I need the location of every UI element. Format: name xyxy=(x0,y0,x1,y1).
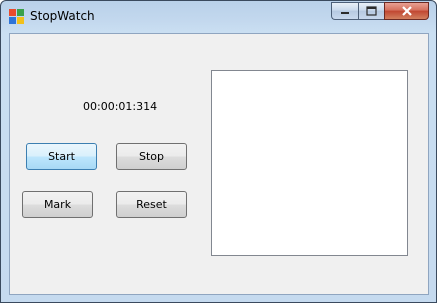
reset-button[interactable]: Reset xyxy=(116,191,187,218)
caption-buttons xyxy=(331,2,429,22)
close-icon xyxy=(401,6,412,16)
title-bar[interactable]: StopWatch xyxy=(1,1,436,33)
elapsed-time-label: 00:00:01:314 xyxy=(83,100,158,113)
app-icon xyxy=(9,9,25,25)
minimize-icon xyxy=(341,12,349,14)
client-area: 00:00:01:314 Start Stop Mark Reset xyxy=(9,33,429,295)
marks-listbox[interactable] xyxy=(211,70,408,256)
maximize-icon xyxy=(366,6,377,16)
close-button[interactable] xyxy=(384,2,429,20)
window-title: StopWatch xyxy=(30,9,95,23)
maximize-button[interactable] xyxy=(358,2,384,20)
stopwatch-window: StopWatch 00:00:01:314 Start Stop Mark R… xyxy=(0,0,437,303)
stop-button[interactable]: Stop xyxy=(116,143,187,170)
minimize-button[interactable] xyxy=(331,2,358,20)
mark-button[interactable]: Mark xyxy=(22,191,93,218)
start-button[interactable]: Start xyxy=(26,143,97,170)
